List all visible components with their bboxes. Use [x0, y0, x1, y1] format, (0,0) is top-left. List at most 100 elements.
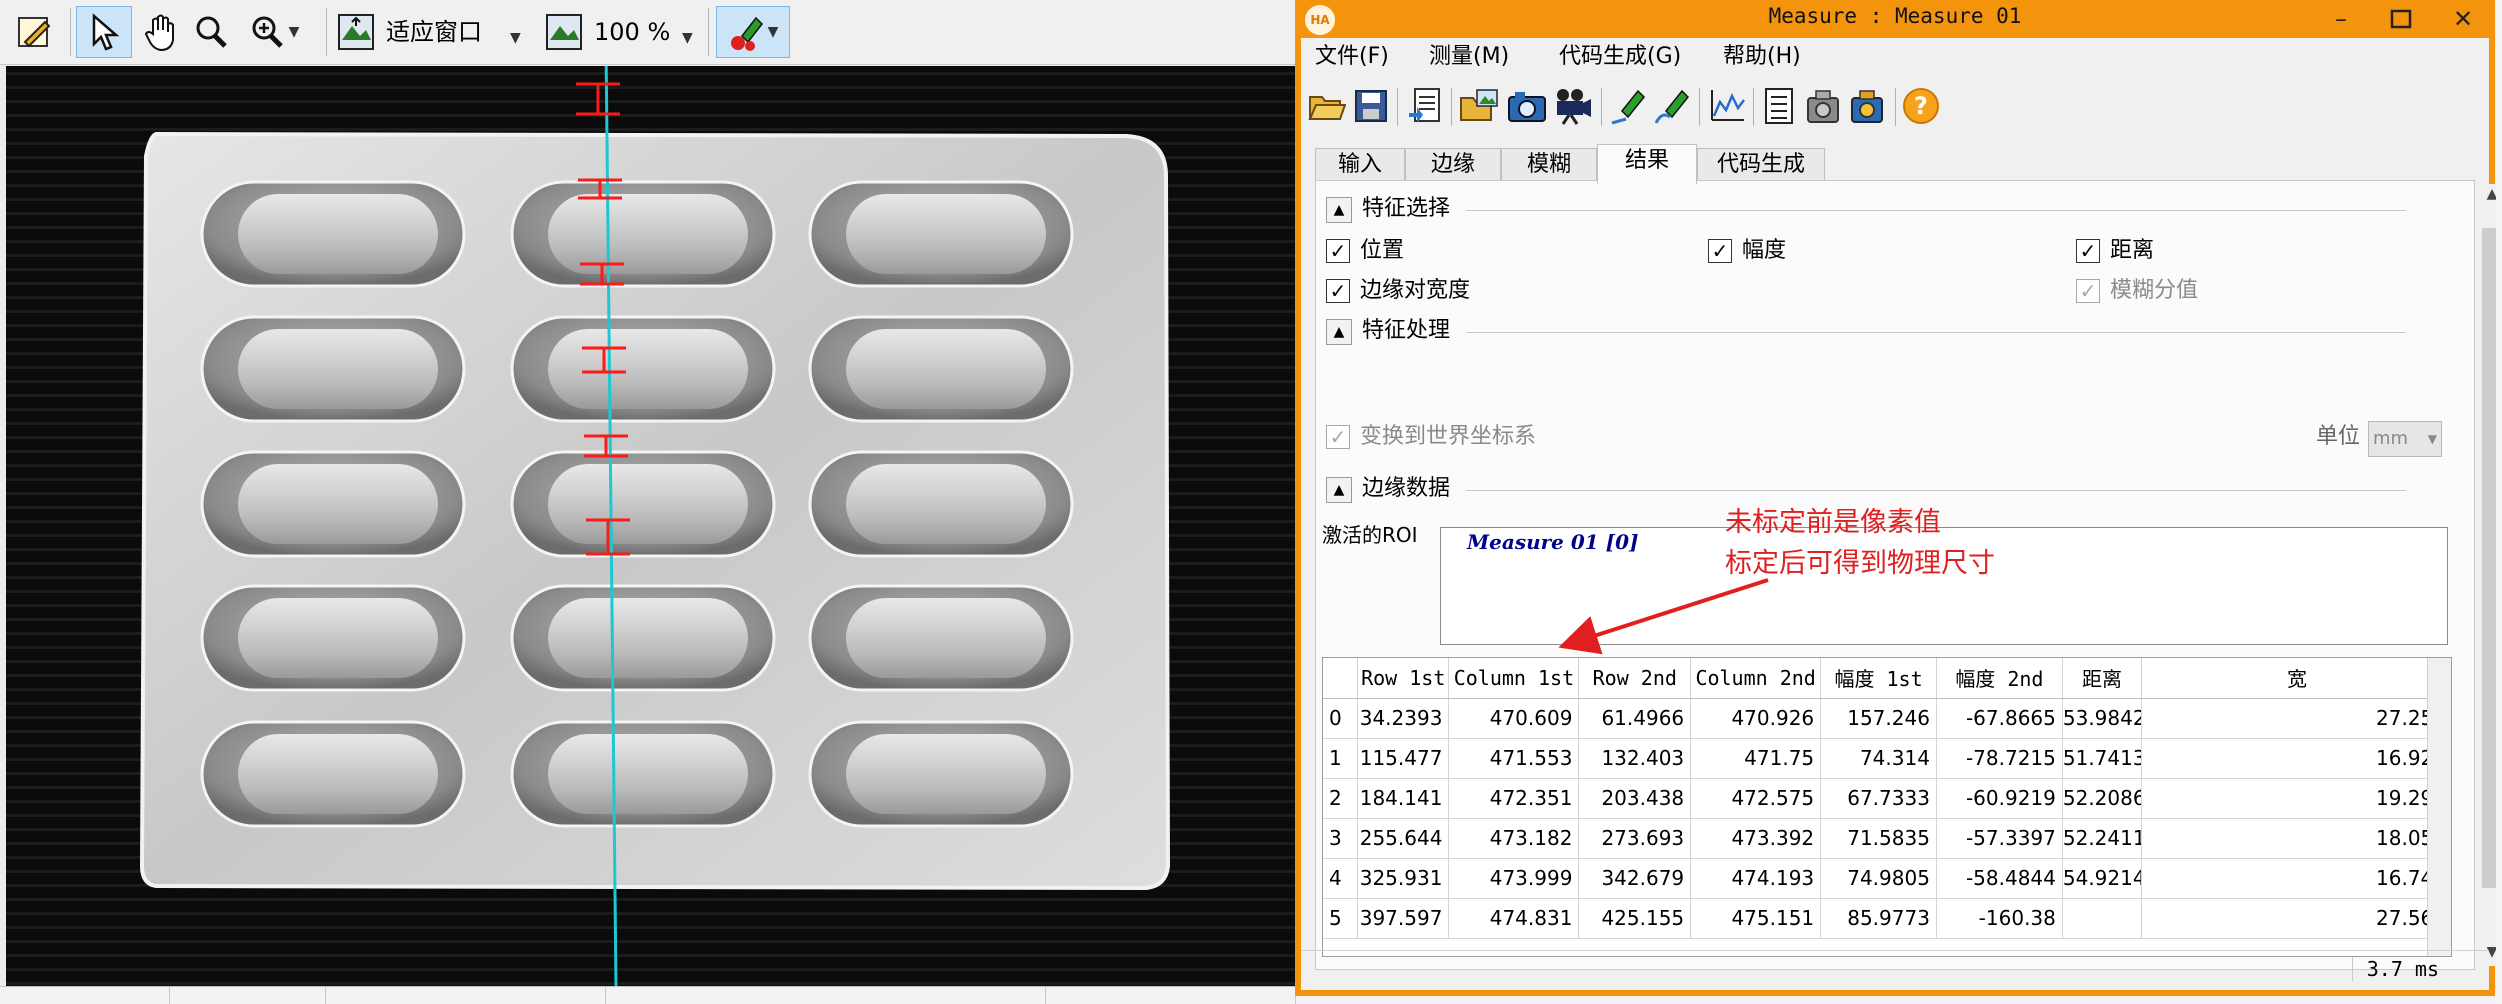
column-header[interactable]: Row 1st — [1357, 658, 1450, 699]
window-edge — [2496, 0, 2502, 1004]
tab-codegen[interactable]: 代码生成 — [1697, 148, 1825, 182]
fit-window-icon[interactable] — [334, 6, 378, 58]
table-row[interactable]: 0 34.2393 470.609 61.4966 470.926 157.246 -67.… — [1323, 698, 2451, 739]
column-header[interactable]: 幅度 2nd — [1936, 658, 2063, 699]
menu-bar: 文件(F) 测量(M) 代码生成(G) 帮助(H) — [1301, 38, 2489, 76]
unit-select: mm ▼ — [2368, 421, 2442, 457]
annotation-line-1: 未标定前是像素值 — [1725, 507, 1941, 538]
chevron-down-icon[interactable]: ▼ — [510, 22, 521, 54]
table-cell: 203.438 — [1578, 778, 1692, 819]
table-cell: 51.7413 — [2062, 738, 2143, 779]
table-cell: 53.9842 — [2062, 698, 2143, 739]
table-cell: 19.299 — [2141, 778, 2451, 819]
table-cell: 474.831 — [1448, 898, 1580, 939]
checkmark-icon: ✓ — [1326, 239, 1350, 263]
profile-plot-icon[interactable] — [1707, 86, 1747, 126]
load-list-icon[interactable] — [1405, 86, 1445, 126]
table-cell: 16.749 — [2141, 858, 2451, 899]
table-cell: 67.7333 — [1820, 778, 1937, 819]
camera-icon[interactable] — [1507, 86, 1547, 126]
collapse-chevron-up-icon[interactable]: ▲ — [1326, 319, 1352, 345]
column-header[interactable]: Column 1st — [1448, 658, 1580, 699]
checkmark-icon: ✓ — [1708, 239, 1732, 263]
menu-file[interactable]: 文件(F) — [1315, 42, 1389, 72]
table-cell: 473.182 — [1448, 818, 1580, 859]
row-index: 1 — [1323, 738, 1359, 779]
open-folder-icon[interactable] — [1307, 86, 1347, 126]
table-cell: 52.2411 — [2062, 818, 2143, 859]
draw-line-icon[interactable] — [1609, 86, 1649, 126]
video-camera-icon[interactable] — [1553, 86, 1593, 126]
checkmark-icon: ✓ — [1326, 425, 1350, 449]
table-cell: 425.155 — [1578, 898, 1692, 939]
menu-measure[interactable]: 测量(M) — [1429, 42, 1509, 72]
table-cell: -60.9219 — [1936, 778, 2063, 819]
table-cell: 470.609 — [1448, 698, 1580, 739]
section-feature-process: ▲ 特征处理 — [1326, 315, 2406, 347]
row-index: 3 — [1323, 818, 1359, 859]
close-icon[interactable]: ✕ — [2433, 0, 2493, 38]
table-header-row: Row 1st Column 1st Row 2nd Column 2nd 幅度 1st… — [1323, 658, 2451, 699]
magnifier-icon[interactable] — [186, 6, 236, 58]
table-cell: 472.351 — [1448, 778, 1580, 819]
table-row[interactable]: 3 255.644 473.182 273.693 473.392 71.5835 -57.… — [1323, 818, 2451, 859]
document-list-icon[interactable] — [1759, 86, 1799, 126]
zoom-percent-icon[interactable] — [542, 6, 586, 58]
draw-color-icon[interactable]: ▼ — [716, 6, 790, 58]
hand-pan-icon[interactable] — [134, 6, 188, 58]
column-header[interactable]: 宽 — [2141, 658, 2451, 699]
zoom-mode-select[interactable]: 适应窗口 — [386, 16, 482, 48]
chevron-down-icon[interactable]: ▼ — [289, 24, 300, 40]
table-cell: 54.9214 — [2062, 858, 2143, 899]
table-cell: 474.193 — [1690, 858, 1822, 899]
table-row[interactable]: 2 184.141 472.351 203.438 472.575 67.7333 -60.… — [1323, 778, 2451, 819]
table-cell: 471.553 — [1448, 738, 1580, 779]
tab-edge[interactable]: 边缘 — [1405, 148, 1501, 182]
menu-codegen[interactable]: 代码生成(G) — [1559, 42, 1681, 72]
table-row[interactable]: 4 325.931 473.999 342.679 474.193 74.9805 -58.… — [1323, 858, 2451, 899]
table-cell: 18.051 — [2141, 818, 2451, 859]
collapse-chevron-up-icon[interactable]: ▲ — [1326, 477, 1352, 503]
chevron-down-icon[interactable]: ▼ — [768, 24, 779, 40]
zoom-percent-select[interactable]: 100 % — [594, 16, 670, 48]
column-header[interactable]: 幅度 1st — [1820, 658, 1937, 699]
edit-pencil-icon[interactable] — [8, 6, 62, 58]
table-row[interactable]: 1 115.477 471.553 132.403 471.75 74.314 -78.72… — [1323, 738, 2451, 779]
table-cell: 342.679 — [1578, 858, 1692, 899]
tab-input[interactable]: 输入 — [1315, 148, 1405, 182]
calibration-icon[interactable] — [1803, 86, 1843, 126]
zoom-in-icon[interactable]: ▼ — [238, 6, 310, 58]
checkmark-icon: ✓ — [2076, 239, 2100, 263]
capsule-grid — [200, 180, 1074, 828]
menu-help[interactable]: 帮助(H) — [1723, 42, 1801, 72]
table-cell: 27.259 — [2141, 698, 2451, 739]
table-cell: 325.931 — [1357, 858, 1450, 899]
image-canvas[interactable] — [6, 66, 1295, 986]
tab-results[interactable]: 结果 — [1597, 144, 1697, 184]
table-row[interactable]: 5 397.597 474.831 425.155 475.151 85.9773 -160… — [1323, 898, 2451, 939]
save-icon[interactable] — [1351, 86, 1391, 126]
open-image-icon[interactable] — [1459, 86, 1499, 126]
edge-results-table[interactable]: Row 1st Column 1st Row 2nd Column 2nd 幅度 1st… — [1322, 657, 2452, 957]
help-icon[interactable]: ? — [1901, 86, 1941, 126]
table-cell: 397.597 — [1357, 898, 1450, 939]
table-cell: 184.141 — [1357, 778, 1450, 819]
column-header[interactable]: Column 2nd — [1690, 658, 1822, 699]
active-roi-item[interactable]: Measure 01 [0] — [1467, 530, 1638, 554]
table-cell — [2062, 898, 2143, 939]
table-cell: 71.5835 — [1820, 818, 1937, 859]
minimize-icon[interactable]: – — [2311, 0, 2371, 38]
column-header[interactable]: Row 2nd — [1578, 658, 1692, 699]
chevron-down-icon[interactable]: ▼ — [682, 22, 693, 54]
column-header[interactable] — [1323, 658, 1359, 699]
draw-arc-icon[interactable] — [1653, 86, 1693, 126]
pointer-icon[interactable] — [76, 6, 132, 58]
maximize-icon[interactable] — [2371, 0, 2431, 38]
column-header[interactable]: 距离 — [2062, 658, 2143, 699]
table-cell: -160.38 — [1936, 898, 2063, 939]
title-bar[interactable]: HA Measure : Measure 01 – ✕ — [1295, 0, 2495, 38]
tab-fuzzy[interactable]: 模糊 — [1501, 148, 1597, 182]
calibration-color-icon[interactable] — [1847, 86, 1887, 126]
table-scrollbar[interactable] — [2427, 658, 2451, 956]
collapse-chevron-up-icon[interactable]: ▲ — [1326, 197, 1352, 223]
